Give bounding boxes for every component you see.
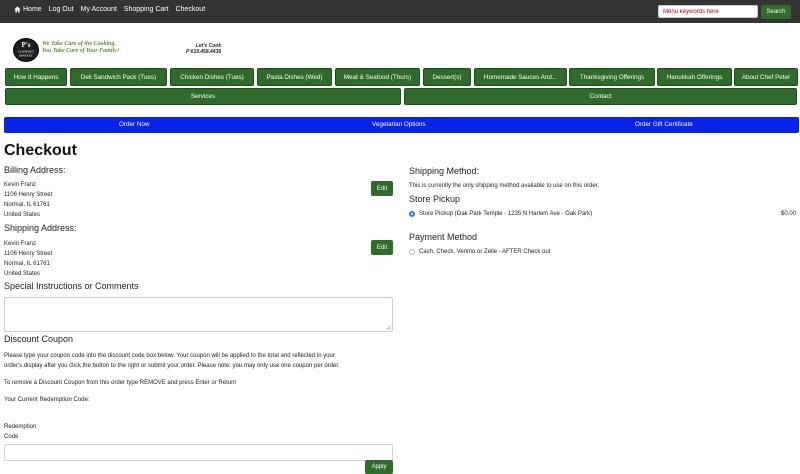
nav-hanukkah[interactable]: Hanukkah Offerings <box>657 68 732 86</box>
payment-method-heading: Payment Method <box>409 232 478 242</box>
nav-desserts[interactable]: Dessert(s) <box>423 68 471 86</box>
shipping-method-heading: Shipping Method: <box>409 166 480 176</box>
shipping-method-note: This is currently the only shipping meth… <box>409 183 600 189</box>
logo-tagline: We Take Care of the Cooking, You Take Ca… <box>42 41 119 55</box>
apply-coupon-button[interactable]: Apply <box>365 460 393 474</box>
nav-about-chef[interactable]: About Chef Peter <box>734 68 798 86</box>
site-logo[interactable]: P's GOURMET MARKET We Take Care of the C… <box>13 38 173 62</box>
resize-grip-icon[interactable] <box>386 325 391 330</box>
billing-heading: Billing Address: <box>4 165 66 175</box>
nav-homemade-sauces[interactable]: Homemade Sauces And... <box>474 68 567 86</box>
tagline-line-2: You Take Care of Your Family! <box>42 48 120 55</box>
contact-phone: P 619.458.4436 <box>186 49 222 55</box>
edit-billing-button[interactable]: Edit <box>371 181 393 196</box>
home-icon <box>14 6 21 13</box>
shipping-city: Normal, IL 61761 <box>4 261 50 267</box>
shopping-cart-link[interactable]: Shopping Cart <box>124 6 169 13</box>
billing-country: United States <box>4 212 41 218</box>
payment-option-label[interactable]: Cash, Check, Venmo or Zelle - AFTER Chec… <box>419 247 550 257</box>
logo-badge-sub: GOURMET MARKET <box>18 49 34 57</box>
redemption-label-line-1: Redemption <box>4 424 37 430</box>
top-bar: Home Log Out My Account Shopping Cart Ch… <box>0 0 800 23</box>
discount-coupon-heading: Discount Coupon <box>4 334 74 344</box>
redemption-code-label: Redemption Code <box>4 422 36 442</box>
promo-bar: Order Now Vegetarian Options Order Gift … <box>4 117 799 133</box>
home-label: Home <box>23 6 42 13</box>
nav-chicken-dishes[interactable]: Chicken Dishes (Tues) <box>170 68 254 86</box>
billing-name: Kevin Franz <box>4 182 37 188</box>
coupon-instructions: Please type your coupon code into the di… <box>4 351 340 371</box>
store-pickup-heading: Store Pickup <box>409 194 461 204</box>
special-instructions-textarea[interactable] <box>4 297 393 332</box>
coupon-instructions-line-1: Please type your coupon code into the di… <box>4 353 335 359</box>
nav-pasta-dishes[interactable]: Pasta Dishes (Wed) <box>257 68 332 86</box>
nav-meat-seafood[interactable]: Meat & Seafood (Thurs) <box>335 68 420 86</box>
billing-city: Normal, IL 61761 <box>4 202 50 208</box>
store-pickup-radio[interactable] <box>409 211 415 217</box>
nav-how-it-happens[interactable]: How It Happens <box>5 68 67 86</box>
logout-link[interactable]: Log Out <box>49 6 74 13</box>
nav-thanksgiving[interactable]: Thanksgiving Offerings <box>569 68 655 86</box>
order-gift-certificate-link[interactable]: Order Gift Certificate <box>635 121 693 128</box>
search-button[interactable]: Search <box>761 5 791 19</box>
logo-contact: Let's Cook P 619.458.4436 <box>186 43 221 55</box>
shipping-country: United States <box>4 271 41 277</box>
redemption-label-line-2: Code <box>4 434 19 440</box>
main-nav: How It Happens Deli Sandwich Pack (Tues)… <box>5 68 798 86</box>
special-instructions-heading: Special Instructions or Comments <box>4 281 139 291</box>
my-account-link[interactable]: My Account <box>81 6 117 13</box>
logo-badge: P's GOURMET MARKET <box>13 38 39 62</box>
vegetarian-options-link[interactable]: Vegetarian Options <box>372 121 426 128</box>
redemption-code-input[interactable] <box>4 444 393 461</box>
current-redemption-code-label: Your Current Redemption Code: <box>4 397 90 403</box>
top-nav: Home Log Out My Account Shopping Cart Ch… <box>14 6 205 13</box>
payment-option-radio[interactable] <box>409 249 415 255</box>
tagline-line-1: We Take Care of the Cooking, <box>42 41 117 47</box>
coupon-instructions-line-2: order's display after you click the butt… <box>4 363 340 369</box>
shipping-address-heading: Shipping Address: <box>4 223 77 233</box>
logo-badge-name: P's <box>21 40 31 49</box>
nav-services[interactable]: Services <box>5 88 401 105</box>
store-pickup-price: $0.00 <box>781 211 797 217</box>
store-pickup-option-label[interactable]: Store Pickup (Oak Park Temple - 1235 N H… <box>419 209 592 219</box>
shipping-street: 1106 Henry Street <box>4 251 53 257</box>
nav-contact[interactable]: Contact <box>404 88 797 105</box>
shipping-address: Kevin Franz 1106 Henry Street Normal, IL… <box>4 239 52 279</box>
order-now-link[interactable]: Order Now <box>119 121 149 128</box>
nav-deli-sandwich-pack[interactable]: Deli Sandwich Pack (Tues) <box>70 68 167 86</box>
search-input[interactable] <box>658 5 758 18</box>
page-title: Checkout <box>4 142 77 159</box>
edit-shipping-button[interactable]: Edit <box>371 240 393 255</box>
billing-address: Kevin Franz 1106 Henry Street Normal, IL… <box>4 180 52 220</box>
checkout-link[interactable]: Checkout <box>176 6 206 13</box>
remove-coupon-text: To remove a Discount Coupon from this or… <box>4 380 237 386</box>
billing-street: 1106 Henry Street <box>4 192 53 198</box>
home-link[interactable]: Home <box>14 6 42 13</box>
shipping-name: Kevin Franz <box>4 241 37 247</box>
